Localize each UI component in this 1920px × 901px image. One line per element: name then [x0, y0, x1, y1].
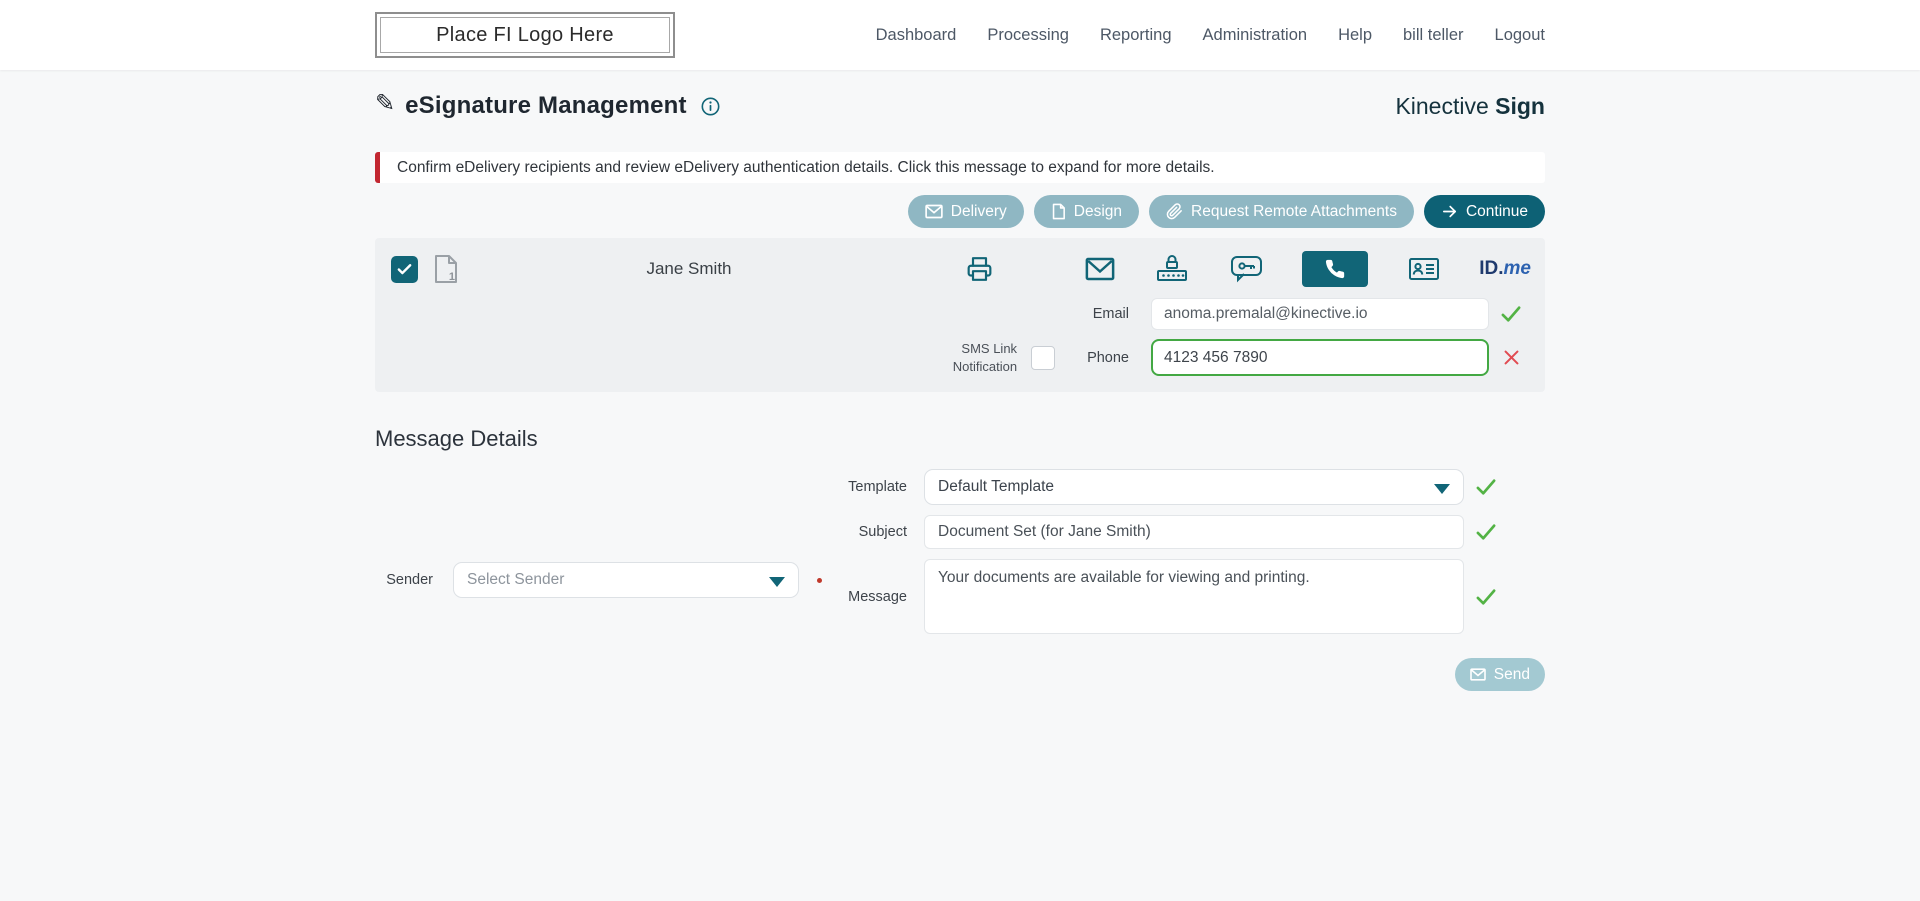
required-indicator	[817, 577, 822, 583]
idme-text-italic: me	[1503, 258, 1531, 279]
kinective-sign-logo: Kinective Sign	[1395, 93, 1545, 120]
nav-reporting[interactable]: Reporting	[1100, 26, 1172, 45]
subject-row: Subject	[837, 515, 1545, 549]
request-remote-attachments-button[interactable]: Request Remote Attachments	[1149, 195, 1414, 228]
page-title: eSignature Management	[405, 92, 687, 119]
template-label: Template	[848, 479, 907, 495]
recipient-name: Jane Smith	[646, 259, 732, 278]
template-value: Default Template	[938, 478, 1055, 495]
message-details-form: Sender Select Sender Template Default Te…	[375, 469, 1545, 691]
phone-input[interactable]	[1151, 339, 1489, 376]
recipient-checkbox[interactable]	[391, 255, 418, 283]
main-nav: Dashboard Processing Reporting Administr…	[876, 26, 1545, 45]
sender-label: Sender	[386, 572, 433, 588]
paperclip-icon	[1166, 203, 1183, 220]
message-details-heading: Message Details	[375, 426, 538, 451]
info-icon[interactable]	[701, 97, 720, 116]
toolbar: Delivery Design Request Remote Attachmen…	[375, 195, 1545, 228]
chevron-down-icon	[769, 577, 785, 587]
envelope-icon	[1469, 668, 1486, 681]
edelivery-alert-banner[interactable]: Confirm eDelivery recipients and review …	[375, 152, 1545, 183]
fi-logo-placeholder: Place FI Logo Here	[375, 12, 675, 58]
nav-user[interactable]: bill teller	[1403, 26, 1464, 45]
password-auth-icon[interactable]	[1154, 254, 1190, 284]
sms-link-notification-label: SMS Link Notification	[952, 340, 1018, 374]
nav-processing[interactable]: Processing	[987, 26, 1069, 45]
document-icon	[1051, 203, 1066, 220]
message-textarea[interactable]: Your documents are available for viewing…	[924, 559, 1464, 634]
continue-button[interactable]: Continue	[1423, 195, 1545, 228]
printer-icon[interactable]	[966, 256, 993, 282]
brand-name: Kinective	[1395, 92, 1489, 119]
nav-help[interactable]: Help	[1338, 26, 1372, 45]
nav-logout[interactable]: Logout	[1495, 26, 1545, 45]
email-row: Email	[375, 298, 1545, 330]
phone-auth-icon[interactable]	[1302, 251, 1369, 287]
document-count-icon[interactable]: 1	[433, 254, 459, 284]
document-count: 1	[448, 271, 455, 283]
page-header: ✎ eSignature Management Kinective Sign	[375, 86, 1545, 126]
chevron-down-icon	[1434, 484, 1450, 494]
sender-row: Sender Select Sender	[375, 469, 837, 691]
sms-link-notification-checkbox[interactable]	[1031, 345, 1056, 370]
sender-select[interactable]: Select Sender	[453, 562, 799, 598]
phone-row: SMS Link Notification Phone	[375, 339, 1545, 376]
subject-valid-check-icon	[1464, 523, 1508, 541]
email-label: Email	[1092, 306, 1129, 322]
sender-placeholder: Select Sender	[467, 571, 565, 588]
arrow-right-icon	[1441, 203, 1458, 220]
nav-administration[interactable]: Administration	[1203, 26, 1308, 45]
delivery-button[interactable]: Delivery	[907, 195, 1024, 228]
send-button[interactable]: Send	[1454, 658, 1545, 691]
nav-dashboard[interactable]: Dashboard	[876, 26, 957, 45]
phone-invalid-x-icon	[1489, 349, 1533, 366]
recipient-row: 1 Jane Smith ID.me	[375, 244, 1545, 294]
idme-text-bold: ID.	[1479, 258, 1504, 279]
sms-code-auth-icon[interactable]	[1230, 255, 1263, 283]
fi-logo-text: Place FI Logo Here	[436, 23, 614, 46]
idme-auth-icon[interactable]: ID.me	[1479, 258, 1531, 280]
pen-icon: ✎	[375, 90, 396, 117]
auth-method-selector: ID.me	[1069, 251, 1545, 287]
template-select[interactable]: Default Template	[924, 469, 1464, 505]
id-card-auth-icon[interactable]	[1408, 256, 1440, 282]
phone-label: Phone	[1087, 349, 1129, 366]
email-auth-icon[interactable]	[1085, 257, 1115, 281]
alert-message: Confirm eDelivery recipients and review …	[397, 158, 1215, 176]
brand-suffix: Sign	[1495, 92, 1545, 119]
envelope-icon	[925, 204, 943, 219]
design-button[interactable]: Design	[1033, 195, 1140, 228]
message-valid-check-icon	[1464, 588, 1508, 606]
template-row: Template Default Template	[837, 469, 1545, 505]
template-valid-check-icon	[1464, 478, 1508, 496]
top-bar: Place FI Logo Here Dashboard Processing …	[0, 0, 1920, 70]
subject-input[interactable]	[924, 515, 1464, 549]
email-input[interactable]	[1151, 298, 1489, 330]
email-valid-check-icon	[1489, 305, 1533, 323]
message-label: Message	[848, 588, 907, 605]
recipient-card: 1 Jane Smith ID.me Email anoma.premalal@…	[375, 238, 1545, 392]
subject-label: Subject	[858, 524, 907, 540]
message-row: Message Your documents are available for…	[837, 559, 1545, 634]
